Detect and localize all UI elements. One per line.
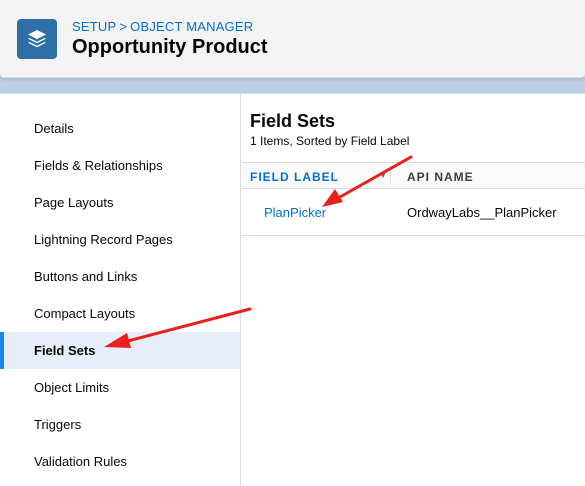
sidebar-item-label: Buttons and Links — [34, 269, 138, 284]
breadcrumb-separator: > — [119, 19, 128, 34]
sidebar-item-label: Lightning Record Pages — [34, 232, 173, 247]
sidebar-item-object-limits[interactable]: Object Limits — [0, 369, 240, 406]
api-name-cell: OrdwayLabs__PlanPicker — [407, 205, 557, 220]
sidebar-item-label: Details — [34, 121, 74, 136]
sidebar-item-fields-relationships[interactable]: Fields & Relationships — [0, 147, 240, 184]
sidebar-item-label: Page Layouts — [34, 195, 114, 210]
section-title: Field Sets — [250, 111, 336, 131]
content-card: Details Fields & Relationships Page Layo… — [0, 93, 585, 486]
stack-layers-icon — [17, 19, 57, 59]
main-panel: Field Sets 1 Items, Sorted by Field Labe… — [242, 94, 585, 486]
sidebar-item-buttons-links[interactable]: Buttons and Links — [0, 258, 240, 295]
sidebar-item-label: Field Sets — [34, 343, 96, 358]
column-header-field-label[interactable]: FIELD LABEL — [250, 170, 339, 184]
column-header-api-name[interactable]: API NAME — [407, 170, 474, 184]
page-header: SETUP > OBJECT MANAGER Opportunity Product — [0, 0, 585, 78]
sidebar-item-page-layouts[interactable]: Page Layouts — [0, 184, 240, 221]
page-title: Opportunity Product — [72, 36, 268, 58]
sidebar-item-label: Triggers — [34, 417, 82, 432]
table-header: FIELD LABEL ▼ API NAME — [242, 162, 585, 189]
breadcrumb-setup[interactable]: SETUP — [72, 19, 116, 34]
sidebar-item-triggers[interactable]: Triggers — [0, 406, 240, 443]
sidebar-item-label: Object Limits — [34, 380, 110, 395]
field-set-link[interactable]: PlanPicker — [264, 205, 326, 220]
sidebar-item-label: Fields & Relationships — [34, 158, 163, 173]
sidebar-item-details[interactable]: Details — [0, 110, 240, 147]
sidebar-item-lightning-record-pages[interactable]: Lightning Record Pages — [0, 221, 240, 258]
breadcrumb: SETUP > OBJECT MANAGER — [72, 19, 253, 34]
sidebar-item-label: Compact Layouts — [34, 306, 136, 321]
sort-arrow-icon[interactable]: ▼ — [378, 170, 388, 181]
column-divider — [390, 168, 391, 184]
sidebar-item-label: Validation Rules — [34, 454, 127, 469]
sidebar-item-compact-layouts[interactable]: Compact Layouts — [0, 295, 240, 332]
section-subtitle: 1 Items, Sorted by Field Label — [250, 134, 410, 148]
sidebar-item-validation-rules[interactable]: Validation Rules — [0, 443, 240, 480]
sidebar-nav: Details Fields & Relationships Page Layo… — [0, 94, 241, 486]
breadcrumb-object-manager[interactable]: OBJECT MANAGER — [130, 19, 253, 34]
sidebar-item-field-sets[interactable]: Field Sets — [0, 332, 240, 369]
table-row: PlanPicker OrdwayLabs__PlanPicker — [242, 190, 585, 236]
